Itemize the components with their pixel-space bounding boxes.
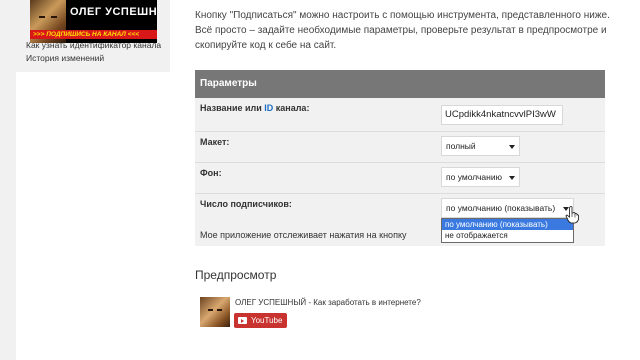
youtube-button-label: YouTube — [251, 316, 283, 325]
youtube-play-icon — [238, 317, 247, 324]
banner-title: ОЛЕГ УСПЕШНЫЙ — [70, 6, 157, 18]
youtube-subscribe-button[interactable]: YouTube — [234, 313, 287, 328]
hand-cursor-icon — [565, 206, 579, 224]
channel-label: Название или ID канала: — [200, 103, 310, 113]
params-table: Параметры Название или ID канала: UCpdik… — [195, 70, 605, 246]
subscriber-count-select[interactable]: по умолчанию (показывать) — [441, 198, 574, 218]
row-divider — [195, 162, 605, 163]
id-accent: ID — [264, 103, 274, 113]
layout-select[interactable]: полный — [441, 136, 520, 156]
chevron-down-icon — [509, 176, 515, 180]
params-header: Параметры — [195, 70, 605, 98]
channel-id-input[interactable]: UCpdikk4nkatncvvlPI3wW — [441, 105, 563, 125]
option-show-default[interactable]: по умолчанию (показывать) — [442, 219, 573, 230]
subscriber-count-label: Число подписчиков: — [200, 199, 292, 209]
row-divider — [195, 193, 605, 194]
channel-banner-overlay: ОЛЕГ УСПЕШНЫЙ >>> ПОДПИШИСЬ НА КАНАЛ <<< — [30, 0, 157, 43]
theme-label: Фон: — [200, 168, 222, 178]
sidebar-item-changelog[interactable]: История изменений — [26, 53, 104, 63]
left-gutter — [0, 0, 16, 360]
banner-subtitle: >>> ПОДПИШИСЬ НА КАНАЛ <<< — [33, 31, 140, 38]
channel-avatar — [200, 297, 230, 327]
option-hidden[interactable]: не отображается — [442, 230, 573, 241]
tracking-label: Мое приложение отслеживает нажатия на кн… — [200, 230, 407, 240]
preview-title: Предпросмотр — [195, 268, 277, 282]
preview-channel-name[interactable]: ОЛЕГ УСПЕШНЫЙ - Как заработать в интерне… — [235, 298, 421, 307]
chevron-down-icon — [509, 145, 515, 149]
row-divider — [195, 131, 605, 132]
layout-label: Макет: — [200, 137, 230, 147]
subscriber-count-dropdown: по умолчанию (показывать) не отображаетс… — [441, 218, 574, 243]
theme-select[interactable]: по умолчанию — [441, 167, 520, 187]
description-text: Кнопку "Подписаться" можно настроить с п… — [195, 10, 610, 51]
